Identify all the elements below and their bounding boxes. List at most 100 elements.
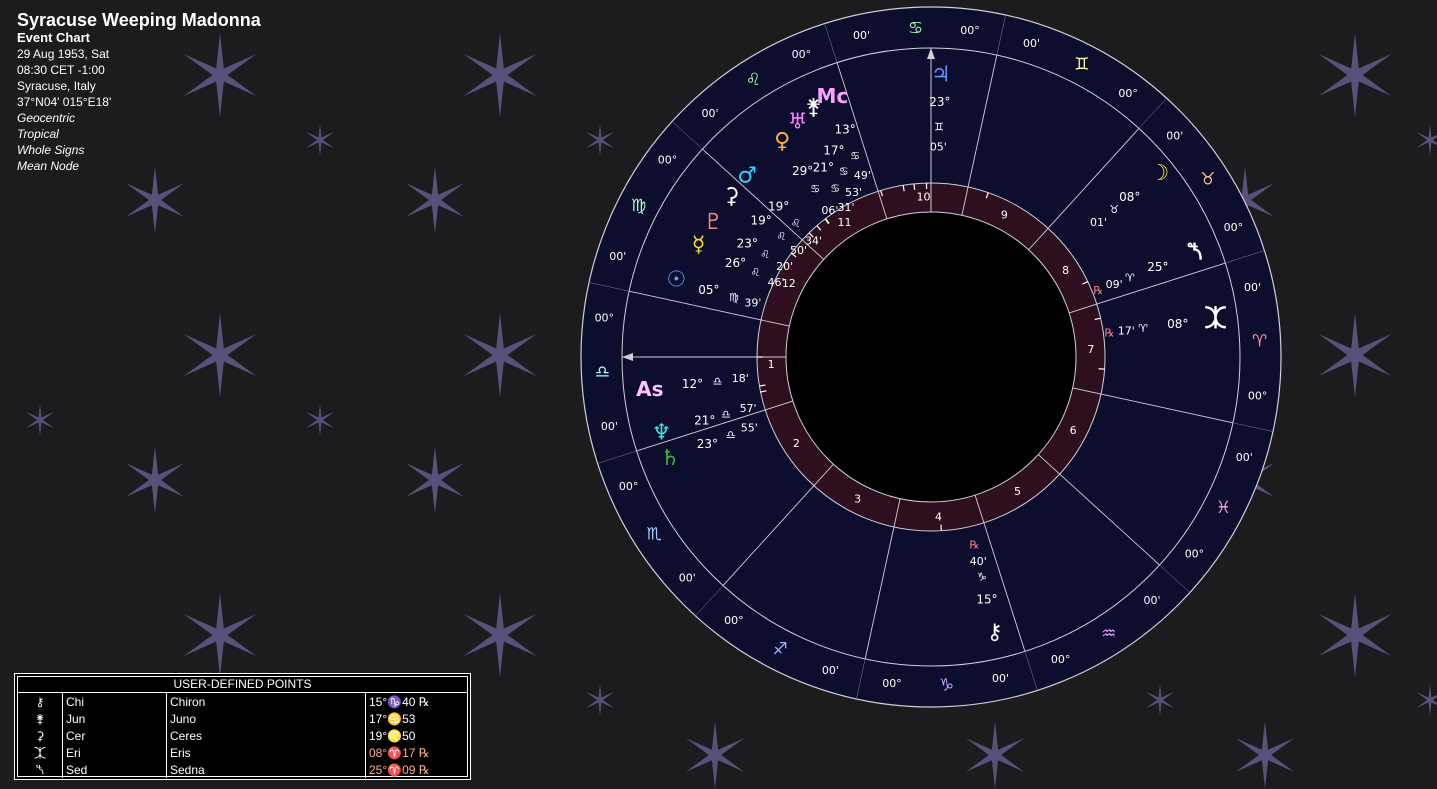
eris-retrograde-icon: ℞ xyxy=(1104,327,1114,340)
neptune-minute: 57' xyxy=(740,402,757,415)
sign-end-label: 00' xyxy=(1166,130,1183,143)
jupiter-degree: 23° xyxy=(929,95,950,109)
neptune-sign-icon: ♎ xyxy=(721,408,731,421)
sign-end-label: 00' xyxy=(853,29,870,42)
saturn-degree: 23° xyxy=(697,437,718,451)
venus-icon: ♀ xyxy=(774,129,790,154)
sign-start-label: 00° xyxy=(1224,221,1244,234)
planet-tick xyxy=(913,183,916,190)
venus-minute: 06' xyxy=(821,204,838,217)
gemini-icon: ♊ xyxy=(1074,55,1089,75)
sign-start-label: 00° xyxy=(1051,653,1071,666)
libra-icon: ♎ xyxy=(595,362,610,382)
sedna-sign-icon: ♈ xyxy=(1125,272,1135,285)
house-number-1: 1 xyxy=(768,358,775,371)
center-disc xyxy=(785,211,1077,503)
leo-icon: ♌ xyxy=(746,70,761,90)
sign-start-label: 00° xyxy=(724,614,744,627)
juno-icon: ⚵ xyxy=(805,95,821,120)
juno-degree: 17° xyxy=(823,144,844,158)
pluto-sign-icon: ♌ xyxy=(760,248,770,261)
chiron-degree: 15° xyxy=(976,593,997,607)
capricorn-icon: ♑ xyxy=(939,676,954,696)
house-number-3: 3 xyxy=(854,493,861,506)
venus-sign-icon: ♋ xyxy=(810,183,820,196)
moon-icon: ☽ xyxy=(1149,161,1169,186)
uranus-degree: 21° xyxy=(813,160,834,174)
user-defined-points-panel: USER-DEFINED POINTS ⚷ Chi Chiron 15°♑40 … xyxy=(14,673,471,780)
chiron-sign-icon: ♑ xyxy=(977,571,987,584)
table-row[interactable]: ⯲ Sed Sedna 25°♈09 ℞ xyxy=(18,761,467,778)
table-row[interactable]: ⚳ Cer Ceres 19°♌50 xyxy=(18,727,467,744)
house-number-6: 6 xyxy=(1070,424,1077,437)
mc-degree: 13° xyxy=(834,123,855,137)
uranus-sign-icon: ♋ xyxy=(830,182,840,195)
pluto-degree: 23° xyxy=(737,236,758,250)
house-number-4: 4 xyxy=(935,510,942,523)
point-name: Eris xyxy=(166,744,366,761)
mc-minute: 49' xyxy=(854,169,871,182)
uranus-icon: ♅ xyxy=(788,110,808,135)
juno-icon: ⚵ xyxy=(35,711,45,726)
sign-start-label: 00° xyxy=(619,480,639,493)
ceres-degree: 19° xyxy=(750,213,771,227)
sign-end-label: 00' xyxy=(1236,451,1253,464)
mercury-icon: ☿ xyxy=(692,233,706,258)
moon-minute: 01' xyxy=(1090,216,1107,229)
jupiter-icon: ♃ xyxy=(931,63,951,88)
neptune-degree: 21° xyxy=(694,414,715,428)
chiron-minute: 40' xyxy=(970,555,987,568)
chart-wheel[interactable]: ♈ 00° 00' ♉ 00° 00' ♊ 00° 00' ♋ 00° 00' ♌ 00° 00' ♍ 00° 0… xyxy=(0,0,1437,789)
juno-minute: 53' xyxy=(845,186,862,199)
ceres-minute: 50' xyxy=(790,244,807,257)
point-name: Ceres xyxy=(166,727,366,744)
scorpio-icon: ♏ xyxy=(647,525,662,545)
eris-icon: ⯰ xyxy=(1204,307,1226,332)
sign-end-label: 00' xyxy=(701,107,718,120)
jupiter-sign-icon: ♊ xyxy=(934,121,944,134)
moon-degree: 08° xyxy=(1119,190,1140,204)
sign-end-label: 00' xyxy=(822,664,839,677)
sign-end-label: 00' xyxy=(1143,594,1160,607)
saturn-minute: 55' xyxy=(741,421,758,434)
user-defined-points-title: USER-DEFINED POINTS xyxy=(18,677,467,693)
sign-start-label: 00° xyxy=(960,24,980,37)
house-number-9: 9 xyxy=(1001,208,1008,221)
ceres-sign-icon: ♌ xyxy=(776,230,786,243)
asc-degree: 12° xyxy=(682,377,703,391)
asc-sign-icon: ♎ xyxy=(712,375,722,388)
chiron-icon: ⚷ xyxy=(987,620,1003,645)
sun-degree: 05° xyxy=(698,283,719,297)
table-row[interactable]: ⚷ Chi Chiron 15°♑40 ℞ xyxy=(18,693,467,710)
sedna-icon: ⯲ xyxy=(35,762,45,777)
mars-degree: 19° xyxy=(768,200,789,214)
sign-start-label: 00° xyxy=(658,153,678,166)
cancer-icon: ♋ xyxy=(908,18,923,38)
sign-end-label: 00' xyxy=(1244,281,1261,294)
sun-sign-icon: ♍ xyxy=(729,291,739,304)
mercury-sign-icon: ♌ xyxy=(750,266,760,279)
virgo-icon: ♍ xyxy=(631,196,646,216)
user-defined-points-table: ⚷ Chi Chiron 15°♑40 ℞ ⚵ Jun Juno 17°♋53 … xyxy=(18,693,467,778)
point-abbr: Chi xyxy=(62,693,167,710)
mercury-degree: 26° xyxy=(725,256,746,270)
pluto-minute: 20' xyxy=(776,260,793,273)
pluto-icon: ♇ xyxy=(703,210,723,235)
point-name: Juno xyxy=(166,710,366,727)
taurus-icon: ♉ xyxy=(1200,169,1215,189)
moon-sign-icon: ♉ xyxy=(1109,203,1119,216)
mercury-minute: 46' xyxy=(767,276,784,289)
ceres-icon: ⚳ xyxy=(723,184,739,209)
table-row[interactable]: ⚵ Jun Juno 17°♋53 xyxy=(18,710,467,727)
sign-end-label: 00' xyxy=(992,672,1009,685)
house-number-11: 11 xyxy=(838,216,852,229)
sign-end-label: 00' xyxy=(609,250,626,263)
house-number-5: 5 xyxy=(1014,485,1021,498)
sign-start-label: 00° xyxy=(792,48,812,61)
sagittarius-icon: ♐ xyxy=(772,639,787,659)
eris-sign-icon: ♈ xyxy=(1138,322,1148,335)
table-row[interactable]: ⯰ Eri Eris 08°♈17 ℞ xyxy=(18,744,467,761)
sign-start-label: 00° xyxy=(1118,87,1138,100)
chiron-icon: ⚷ xyxy=(35,694,45,709)
chiron-retrograde-icon: ℞ xyxy=(969,539,979,552)
